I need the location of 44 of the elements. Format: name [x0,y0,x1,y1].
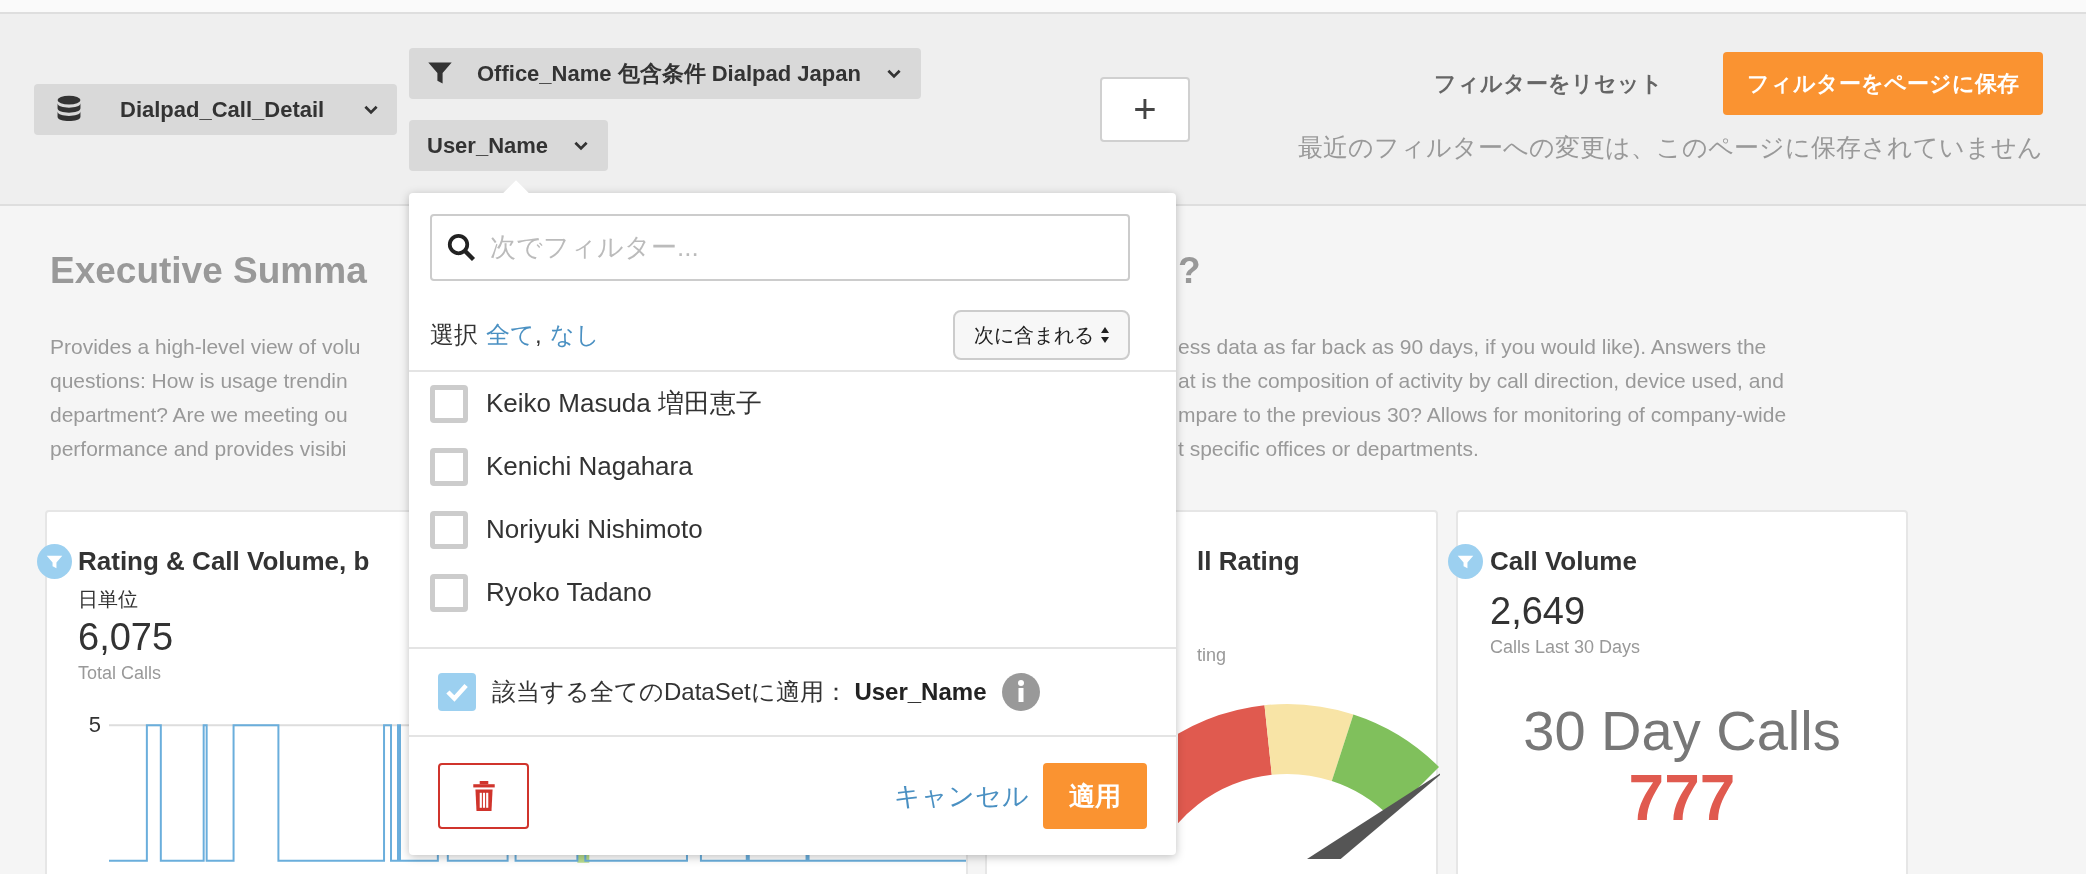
big-value: 777 [1628,763,1736,833]
axis-label: 5 [87,713,101,737]
filter-chip[interactable]: User_Name [409,119,609,171]
reset-filters-link[interactable]: フィルターをリセット [1434,66,1663,100]
total-value: 2,649 [1490,589,1586,634]
select-none-link[interactable]: なし [549,317,600,353]
apply-all-label: 該当する全てのDataSetに適用： User_Name [492,677,987,707]
dataset-dropdown[interactable]: Dialpad_Call_Detail [34,83,397,135]
value-caption: Calls Last 30 Days [1490,636,1641,659]
apply-all-checkbox[interactable] [438,673,476,711]
value-caption: Total Calls [78,662,162,685]
card-title: ll Rating [1197,545,1300,578]
option-checkbox[interactable] [430,573,468,612]
search-icon [446,232,476,262]
card-title: Call Volume [1490,545,1637,578]
option-label[interactable]: Noriyuki Nishimoto [486,510,703,549]
page-title: Executive Summa [50,249,368,293]
trash-icon [470,781,497,811]
match-mode-select[interactable]: 次に含まれる [953,310,1130,360]
card-subtitle: 日単位 [78,587,138,612]
option-checkbox[interactable] [430,510,468,549]
add-filter-button[interactable]: + [1099,76,1190,142]
option-label[interactable]: Keiko Masuda 増田恵子 [486,384,762,423]
filter-icon [427,60,453,86]
unsaved-notice: 最近のフィルターへの変更は、このページに保存されていません [1298,131,2043,163]
delete-button[interactable] [438,763,529,829]
select-label: 選択 [430,320,478,350]
option-label[interactable]: Kenichi Nagahara [486,447,693,486]
info-icon[interactable] [1002,673,1041,711]
option-checkbox[interactable] [430,384,468,423]
description-text: Provides a high-level view of volu questions: How is usage trendin department? Are we meeting ou performance and provides visibi [50,334,362,462]
filter-chip[interactable]: Office_Name 包含条件 Dialpad Japan [409,47,921,99]
card-caption: ting [1197,644,1227,667]
big-label: 30 Day Calls [1523,699,1841,763]
sort-arrows-icon [1099,326,1110,344]
card-title: Rating & Call Volume, b [78,545,370,578]
option-label[interactable]: Ryoko Tadano [486,573,652,612]
search-field[interactable]: 次でフィルター... [430,214,1130,281]
description-text: ess data as far back as 90 days, if you would like). Answers the at is the composition of activity by call direction, device used, and mpare to the previous 30? Allows for monitoring of company-wide t specific offices or departments. [1178,334,1787,462]
page-title: ? [1178,249,1201,293]
total-value: 6,075 [78,615,174,660]
separator-text: , [535,320,542,350]
database-icon [56,95,82,123]
option-checkbox[interactable] [430,447,468,486]
